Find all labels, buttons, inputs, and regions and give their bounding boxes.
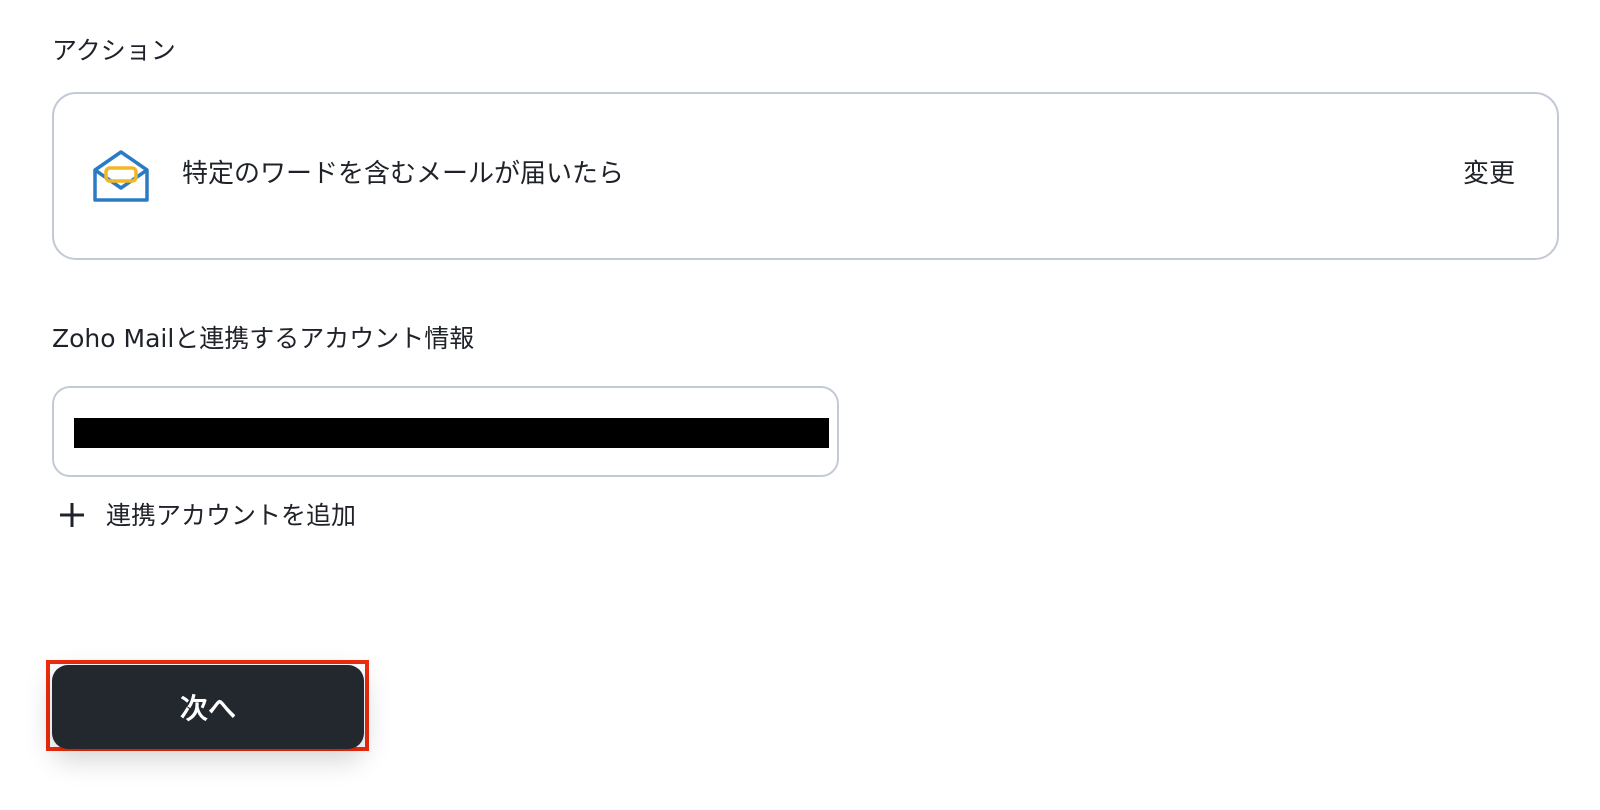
- action-settings-page: アクション 特定のワードを含むメールが届いたら 変更 Zoho Mailと連携す…: [0, 0, 1600, 810]
- account-section-label: Zoho Mailと連携するアカウント情報: [52, 324, 475, 353]
- change-action-link[interactable]: 変更: [1463, 159, 1515, 190]
- zoho-mail-envelope-icon: [93, 150, 149, 202]
- next-button[interactable]: 次へ: [52, 665, 364, 749]
- plus-icon: [60, 503, 84, 527]
- add-account-label: 連携アカウントを追加: [106, 500, 357, 530]
- action-card: 特定のワードを含むメールが届いたら 変更: [52, 92, 1559, 260]
- add-account-button[interactable]: 連携アカウントを追加: [56, 497, 356, 533]
- account-select[interactable]: [52, 386, 839, 477]
- action-section-label: アクション: [52, 36, 176, 65]
- action-title: 特定のワードを含むメールが届いたら: [182, 159, 625, 189]
- redacted-account-value: [74, 418, 829, 448]
